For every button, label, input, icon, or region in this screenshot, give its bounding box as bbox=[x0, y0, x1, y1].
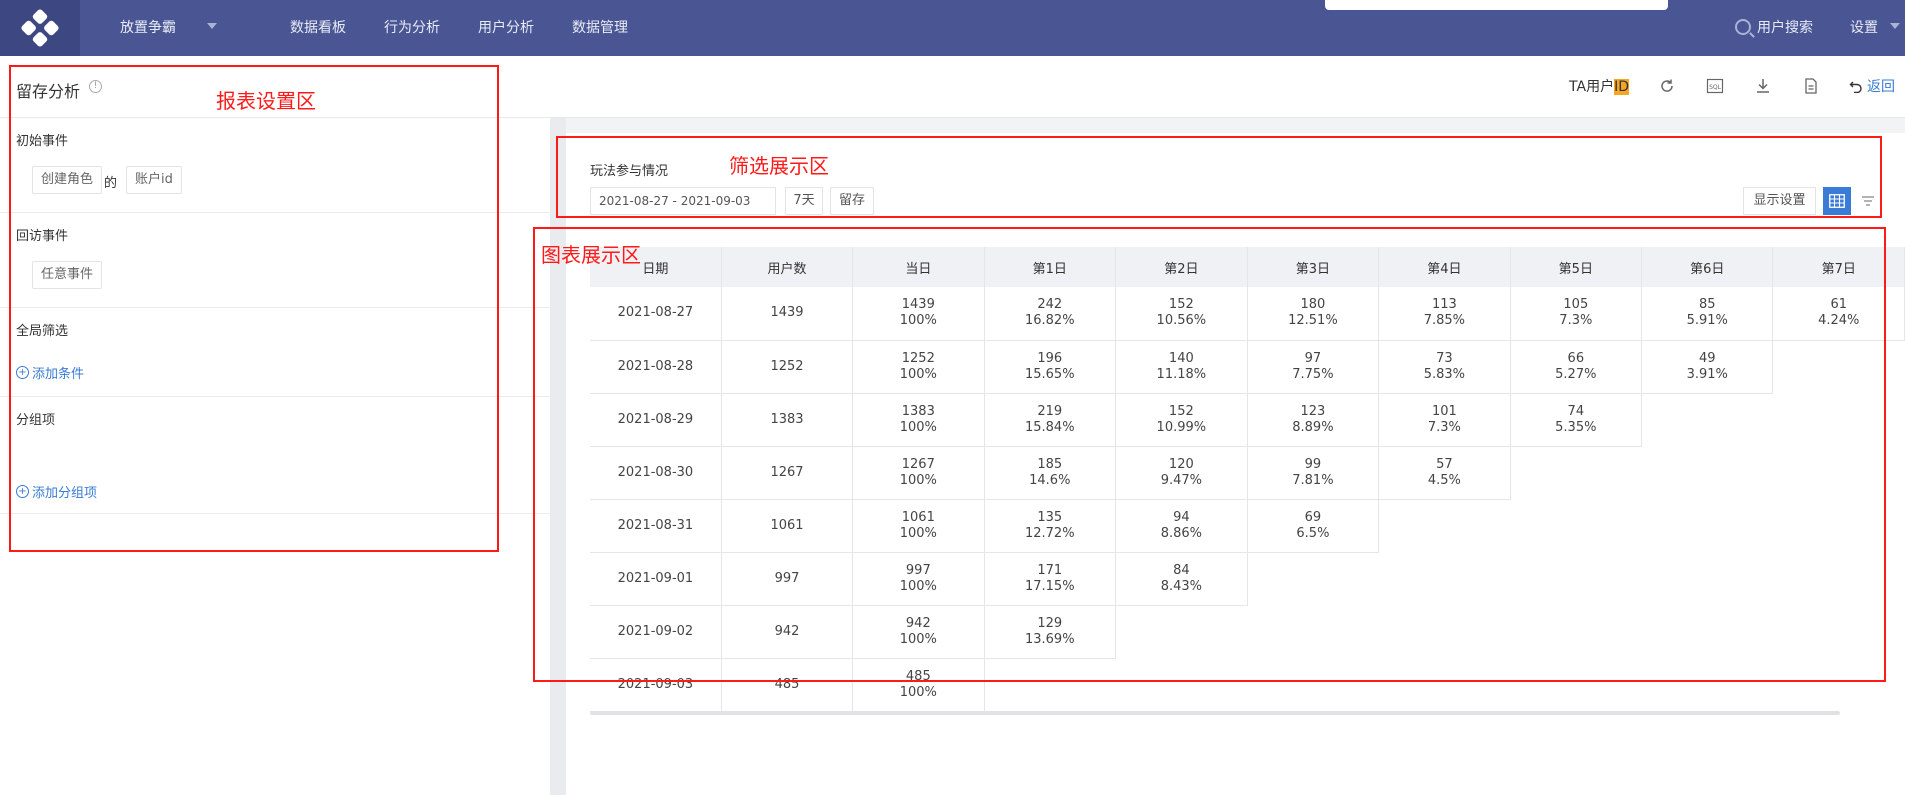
top-nav-bar: 放置争霸 数据看板 行为分析 用户分析 数据管理 用户搜索 设置 bbox=[0, 0, 1905, 56]
annotation-box-report-settings bbox=[9, 65, 499, 552]
project-selector[interactable]: 放置争霸 bbox=[120, 17, 176, 37]
svg-text:SQL: SQL bbox=[1709, 84, 1722, 91]
download-icon[interactable] bbox=[1753, 76, 1773, 96]
search-icon bbox=[1735, 19, 1751, 35]
retention-rate: 100% bbox=[899, 684, 937, 700]
annotation-label-report-settings: 报表设置区 bbox=[216, 89, 316, 113]
popup-strip bbox=[1325, 0, 1668, 10]
annotation-label-chart-display: 图表展示区 bbox=[541, 243, 641, 267]
ta-user-id-toggle[interactable]: TA用户ID bbox=[1569, 76, 1629, 96]
ta-user-label: TA用户 bbox=[1569, 79, 1615, 95]
nav-item-user-analysis[interactable]: 用户分析 bbox=[478, 17, 534, 37]
annotation-label-filter-display: 筛选展示区 bbox=[729, 154, 829, 178]
user-search-button[interactable]: 用户搜索 bbox=[1735, 17, 1813, 37]
nav-item-behavior-analysis[interactable]: 行为分析 bbox=[384, 17, 440, 37]
main-nav: 数据看板 行为分析 用户分析 数据管理 bbox=[290, 17, 666, 37]
chevron-down-icon[interactable] bbox=[1890, 23, 1900, 29]
id-highlight: ID bbox=[1614, 79, 1629, 95]
sql-icon[interactable]: SQL bbox=[1705, 76, 1725, 96]
undo-icon bbox=[1849, 81, 1862, 93]
annotation-box-chart-display bbox=[533, 227, 1886, 682]
settings-menu[interactable]: 设置 bbox=[1850, 17, 1878, 37]
back-label: 返回 bbox=[1867, 79, 1895, 95]
nav-item-dashboard[interactable]: 数据看板 bbox=[290, 17, 346, 37]
user-search-label: 用户搜索 bbox=[1757, 20, 1813, 36]
toolbar: TA用户ID SQL 返回 bbox=[1569, 74, 1905, 98]
nav-item-data-management[interactable]: 数据管理 bbox=[572, 17, 628, 37]
horizontal-scrollbar[interactable] bbox=[590, 711, 1840, 715]
document-icon[interactable] bbox=[1801, 76, 1821, 96]
back-button[interactable]: 返回 bbox=[1849, 76, 1895, 96]
logo-icon bbox=[21, 9, 59, 47]
app-logo[interactable] bbox=[0, 0, 80, 56]
chevron-down-icon[interactable] bbox=[207, 23, 217, 29]
refresh-icon[interactable] bbox=[1657, 76, 1677, 96]
